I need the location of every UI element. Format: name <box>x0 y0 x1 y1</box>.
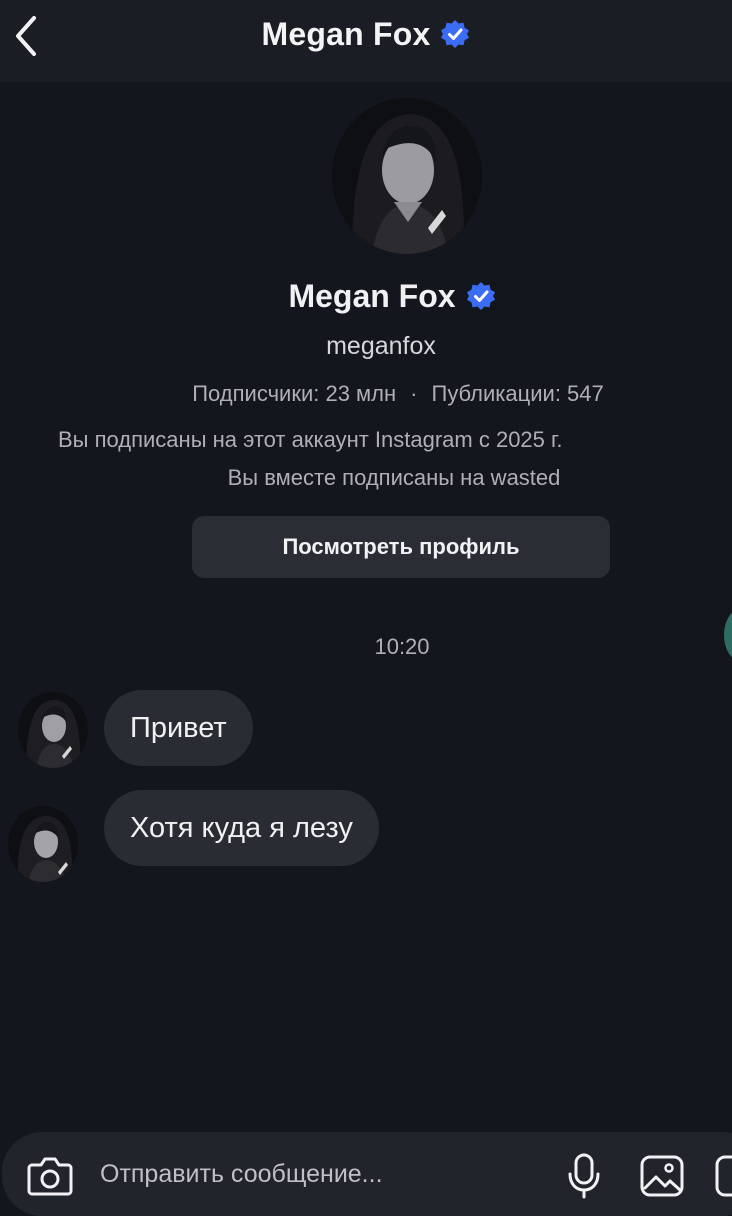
header-name: Megan Fox <box>261 15 431 52</box>
sender-photo <box>8 806 78 882</box>
stats-separator: · <box>410 381 418 406</box>
profile-stats: Подписчики: 23 млн · Публикации: 547 <box>0 381 732 407</box>
voice-message-button[interactable] <box>562 1148 606 1204</box>
posts-count: Публикации: 547 <box>431 381 604 406</box>
verified-badge-icon <box>441 20 470 48</box>
mutual-followers-text: Вы вместе подписаны на wasted <box>227 465 561 490</box>
verified-badge-icon <box>466 282 495 310</box>
camera-icon <box>27 1157 73 1196</box>
message-bubble[interactable]: Привет <box>104 690 253 766</box>
profile-photo <box>332 98 482 254</box>
message-input[interactable] <box>100 1146 540 1202</box>
sender-photo <box>18 692 88 768</box>
microphone-icon <box>568 1153 600 1199</box>
camera-button[interactable] <box>24 1150 76 1202</box>
sender-avatar[interactable] <box>8 806 78 882</box>
message-timestamp: 10:20 <box>374 634 430 659</box>
profile-avatar[interactable] <box>332 98 482 254</box>
gallery-button[interactable] <box>636 1150 688 1202</box>
follow-since-text: Вы подписаны на этот аккаунт Instagram с… <box>58 427 563 452</box>
message-text: Привет <box>130 711 227 744</box>
sticker-icon <box>715 1155 732 1197</box>
header-title[interactable]: Megan Fox <box>0 14 732 54</box>
view-profile-button[interactable]: Посмотреть профиль <box>192 516 610 578</box>
sender-avatar[interactable] <box>18 692 88 768</box>
profile-name: Megan Fox <box>288 277 456 314</box>
profile-username: meganfox <box>326 332 436 360</box>
message-text: Хотя куда я лезу <box>130 811 353 844</box>
chat-header: Megan Fox <box>0 0 732 82</box>
dm-screen: Megan Fox Megan Fox meganfox Подписчики:… <box>0 0 732 1216</box>
sticker-button[interactable] <box>714 1150 732 1202</box>
followers-count: Подписчики: 23 млн <box>192 381 397 406</box>
message-bubble[interactable]: Хотя куда я лезу <box>104 790 379 866</box>
profile-name-row: Megan Fox <box>0 276 732 316</box>
gallery-icon <box>640 1155 684 1197</box>
